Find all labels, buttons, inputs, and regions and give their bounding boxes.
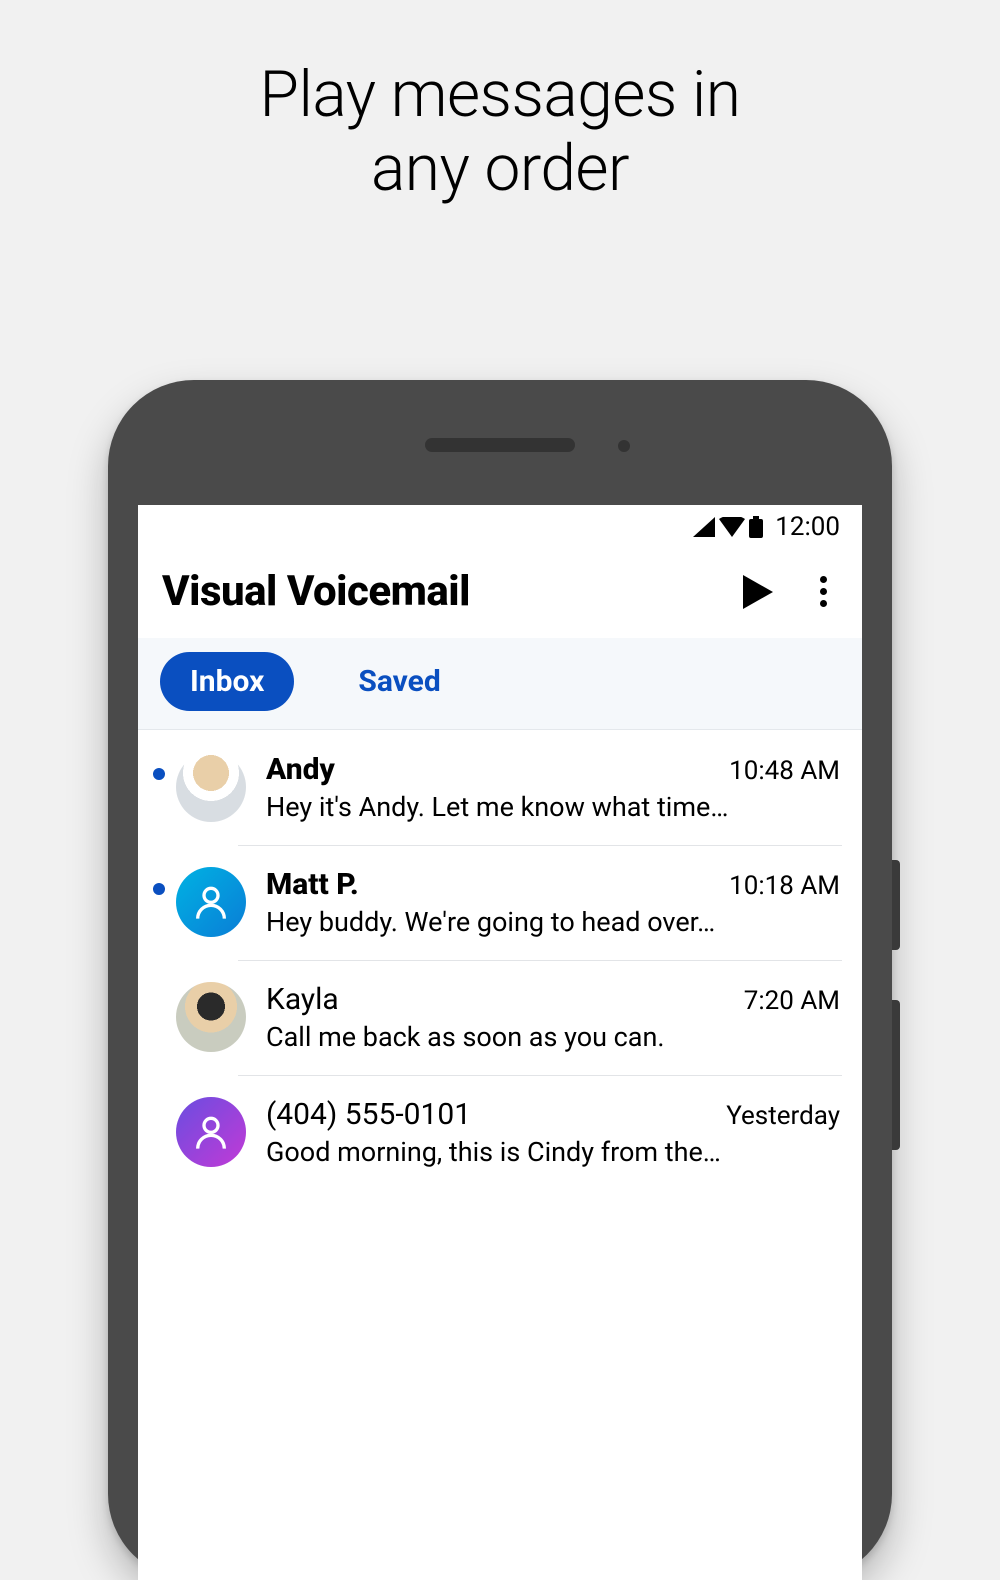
phone-frame: 12:00 Visual Voicemail Inbox Saved [108,380,892,1580]
voicemail-content: Andy 10:48 AM Hey it's Andy. Let me know… [266,752,840,823]
voicemail-preview: Hey buddy. We're going to head over… [266,906,840,938]
voicemail-preview: Call me back as soon as you can. [266,1021,840,1053]
voicemail-time: Yesterday [726,1101,840,1131]
voicemail-content: Matt P. 10:18 AM Hey buddy. We're going … [266,867,840,938]
voicemail-row[interactable]: Matt P. 10:18 AM Hey buddy. We're going … [138,845,862,960]
promo-headline: Play messages in any order [0,0,1000,205]
phone-camera [618,440,630,452]
avatar [176,867,246,937]
app-title: Visual Voicemail [162,567,736,616]
tab-inbox[interactable]: Inbox [160,652,294,711]
avatar [176,1097,246,1167]
caller-name: (404) 555-0101 [266,1097,471,1132]
status-bar: 12:00 [138,505,862,549]
voicemail-content: Kayla 7:20 AM Call me back as soon as yo… [266,982,840,1053]
unread-indicator [148,883,170,895]
tab-saved[interactable]: Saved [328,652,470,711]
caller-name: Andy [266,752,335,787]
voicemail-preview: Hey it's Andy. Let me know what time… [266,791,840,823]
promo-headline-line2: any order [371,131,629,206]
voicemail-list: Andy 10:48 AM Hey it's Andy. Let me know… [138,730,862,1190]
phone-speaker [425,438,575,452]
more-options-button[interactable] [808,570,838,614]
voicemail-preview: Good morning, this is Cindy from the… [266,1136,840,1168]
promo-headline-line1: Play messages in [260,57,741,132]
app-bar: Visual Voicemail [138,549,862,638]
status-time: 12:00 [775,512,840,542]
caller-name: Matt P. [266,867,359,902]
phone-side-button [892,1000,900,1150]
wifi-icon [719,517,745,537]
tabs-bar: Inbox Saved [138,638,862,730]
caller-name: Kayla [266,982,339,1017]
avatar [176,982,246,1052]
voicemail-time: 10:48 AM [729,756,840,786]
voicemail-time: 10:18 AM [729,871,840,901]
voicemail-content: (404) 555-0101 Yesterday Good morning, t… [266,1097,840,1168]
unread-indicator [148,768,170,780]
play-icon [743,575,773,609]
voicemail-row[interactable]: Andy 10:48 AM Hey it's Andy. Let me know… [138,730,862,845]
voicemail-time: 7:20 AM [744,986,840,1016]
phone-screen: 12:00 Visual Voicemail Inbox Saved [138,505,862,1580]
voicemail-row[interactable]: Kayla 7:20 AM Call me back as soon as yo… [138,960,862,1075]
avatar [176,752,246,822]
battery-icon [749,516,763,538]
more-vert-icon [820,576,827,583]
person-icon [191,882,231,922]
person-icon [191,1112,231,1152]
voicemail-row[interactable]: (404) 555-0101 Yesterday Good morning, t… [138,1075,862,1190]
play-all-button[interactable] [736,570,780,614]
phone-side-button [892,860,900,950]
signal-icon [693,517,715,537]
